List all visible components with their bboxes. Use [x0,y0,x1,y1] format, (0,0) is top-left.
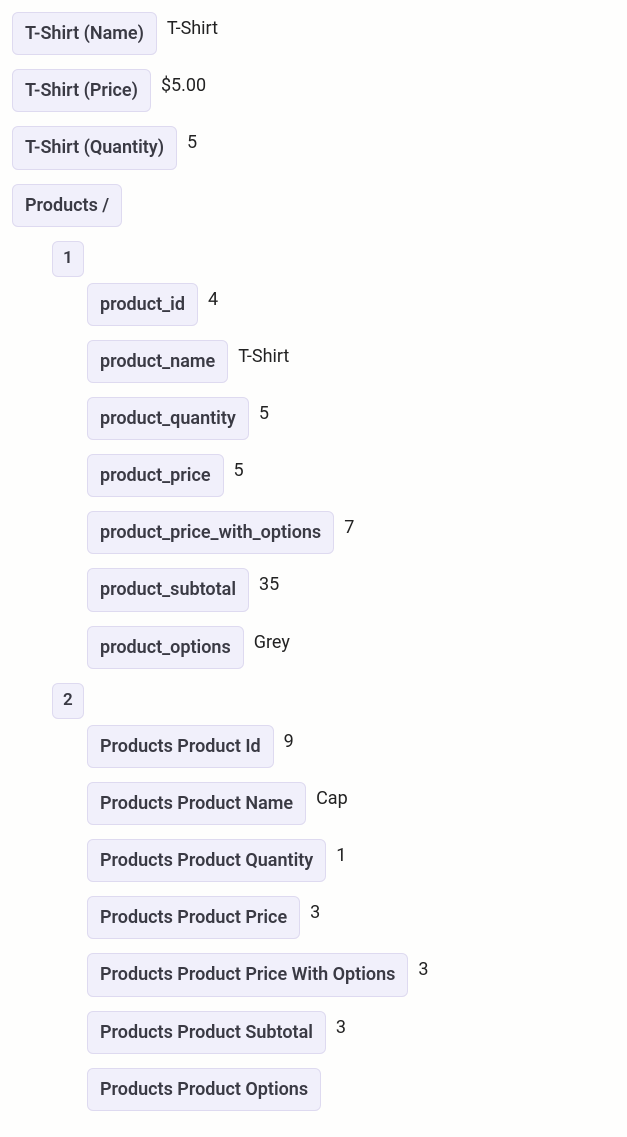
field-value: 9 [284,729,294,754]
field-value: 4 [208,287,218,312]
field-row: Products Product Options [87,1068,615,1111]
field-chip-tshirt-price[interactable]: T-Shirt (Price) [12,69,151,112]
field-row: Products Product Price With Options 3 [87,953,615,996]
field-chip-products-product-options[interactable]: Products Product Options [87,1068,321,1111]
field-row: Products Product Id 9 [87,725,615,768]
field-value: T-Shirt [238,344,289,369]
products-header-row: Products / [12,184,615,227]
field-value: 3 [336,1015,346,1040]
field-chip-products-product-quantity[interactable]: Products Product Quantity [87,839,326,882]
field-value: 3 [418,957,428,982]
field-value: 5 [259,401,269,426]
field-row: Products Product Subtotal 3 [87,1011,615,1054]
field-row: product_quantity 5 [87,397,615,440]
field-value: 7 [344,515,354,540]
field-row: product_id 4 [87,283,615,326]
field-chip-product-id[interactable]: product_id [87,283,198,326]
field-chip-products-product-subtotal[interactable]: Products Product Subtotal [87,1011,326,1054]
field-value: T-Shirt [167,16,218,41]
field-row: product_name T-Shirt [87,340,615,383]
products-header-chip[interactable]: Products / [12,184,122,227]
field-value: 1 [336,843,346,868]
field-row: T-Shirt (Name) T-Shirt [12,12,615,55]
field-row: product_price_with_options 7 [87,511,615,554]
field-chip-products-product-name[interactable]: Products Product Name [87,782,306,825]
field-row: Products Product Name Cap [87,782,615,825]
field-chip-product-quantity[interactable]: product_quantity [87,397,249,440]
field-chip-product-name[interactable]: product_name [87,340,228,383]
field-row: Products Product Price 3 [87,896,615,939]
field-row: Products Product Quantity 1 [87,839,615,882]
field-chip-product-price-with-options[interactable]: product_price_with_options [87,511,334,554]
field-row: product_subtotal 35 [87,568,615,611]
field-row: product_price 5 [87,454,615,497]
field-row: T-Shirt (Quantity) 5 [12,126,615,169]
field-row: product_options Grey [87,626,615,669]
field-chip-products-product-price-with-options[interactable]: Products Product Price With Options [87,953,408,996]
field-value: Grey [254,630,290,655]
product-index-chip[interactable]: 1 [52,241,84,277]
field-value: 5 [187,130,197,155]
field-value: 3 [310,900,320,925]
field-chip-tshirt-quantity[interactable]: T-Shirt (Quantity) [12,126,177,169]
product-index-chip[interactable]: 2 [52,683,84,719]
field-chip-product-subtotal[interactable]: product_subtotal [87,568,249,611]
field-chip-tshirt-name[interactable]: T-Shirt (Name) [12,12,157,55]
field-chip-product-price[interactable]: product_price [87,454,224,497]
product-index-row: 2 [52,683,615,719]
field-value: 5 [234,458,244,483]
field-row: T-Shirt (Price) $5.00 [12,69,615,112]
field-chip-products-product-id[interactable]: Products Product Id [87,725,274,768]
field-value: $5.00 [161,73,206,98]
product-index-row: 1 [52,241,615,277]
field-chip-products-product-price[interactable]: Products Product Price [87,896,300,939]
field-chip-product-options[interactable]: product_options [87,626,244,669]
field-value: Cap [316,786,348,811]
field-value: 35 [259,572,279,597]
